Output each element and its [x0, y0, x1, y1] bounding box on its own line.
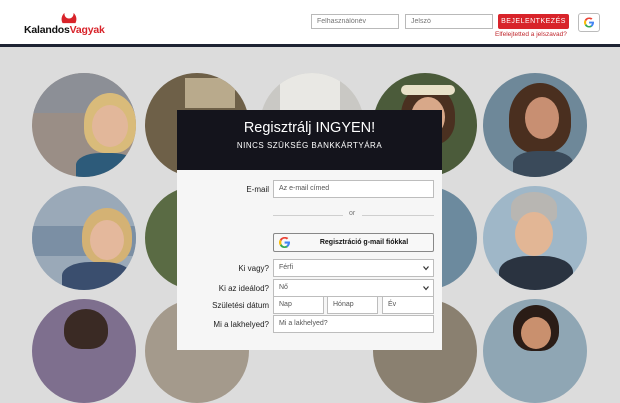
logo-text: KalandosVagyak: [24, 24, 105, 36]
email-label: E-mail: [246, 185, 269, 194]
email-field[interactable]: Az e-mail címed: [273, 180, 434, 198]
year-placeholder: Év: [388, 301, 397, 308]
registration-card: Regisztrálj INGYEN! NINCS SZÜKSÉG BANKKÁ…: [177, 110, 442, 350]
site-logo[interactable]: KalandosVagyak: [24, 12, 114, 38]
month-placeholder: Hónap: [333, 301, 354, 308]
registration-header: Regisztrálj INGYEN! NINCS SZÜKSÉG BANKKÁ…: [177, 110, 442, 170]
location-field[interactable]: Mi a lakhelyed?: [273, 315, 434, 333]
who-label: Ki vagy?: [238, 264, 269, 273]
or-divider-right: [362, 215, 434, 216]
chevron-down-icon: [423, 266, 429, 271]
username-input[interactable]: [311, 14, 399, 29]
chevron-down-icon: [423, 286, 429, 291]
profile-photo[interactable]: [32, 73, 136, 177]
profile-photo[interactable]: [483, 73, 587, 177]
birth-month-input[interactable]: Hónap: [327, 296, 378, 314]
google-icon: [584, 17, 594, 28]
gender-value: Férfi: [279, 264, 293, 271]
google-register-label: Regisztráció g-mail fiókkal: [319, 239, 409, 246]
profile-photo[interactable]: [483, 299, 587, 403]
email-placeholder: Az e-mail címed: [279, 185, 330, 192]
profile-photo[interactable]: [32, 186, 136, 290]
profile-photo[interactable]: [483, 186, 587, 290]
google-icon: [279, 237, 290, 248]
birthdate-label: Születési dátum: [212, 301, 269, 310]
ideal-select[interactable]: Nő: [273, 279, 434, 297]
birth-day-input[interactable]: Nap: [273, 296, 324, 314]
google-register-button[interactable]: Regisztráció g-mail fiókkal: [273, 233, 434, 252]
or-divider-left: [273, 215, 343, 216]
google-login-button[interactable]: [578, 13, 600, 32]
devil-horns-icon: [61, 12, 77, 24]
location-placeholder: Mi a lakhelyed?: [279, 320, 328, 327]
forgot-password-link[interactable]: Elfelejtetted a jelszavad?: [495, 31, 567, 38]
birth-year-input[interactable]: Év: [382, 296, 434, 314]
profile-photo[interactable]: [32, 299, 136, 403]
login-button[interactable]: BEJELENTKEZÉS: [498, 14, 569, 29]
top-header: KalandosVagyak BEJELENTKEZÉS Elfelejtett…: [0, 0, 620, 44]
registration-title: Regisztrálj INGYEN!: [243, 120, 376, 136]
password-input[interactable]: [405, 14, 493, 29]
gender-select[interactable]: Férfi: [273, 259, 434, 277]
location-label: Mi a lakhelyed?: [213, 320, 269, 329]
registration-subtitle: NINCS SZÜKSÉG BANKKÁRTYÁRA: [236, 141, 383, 150]
day-placeholder: Nap: [279, 301, 292, 308]
ideal-label: Ki az ideálod?: [218, 284, 269, 293]
or-separator: or: [349, 210, 356, 217]
ideal-value: Nő: [279, 284, 288, 291]
